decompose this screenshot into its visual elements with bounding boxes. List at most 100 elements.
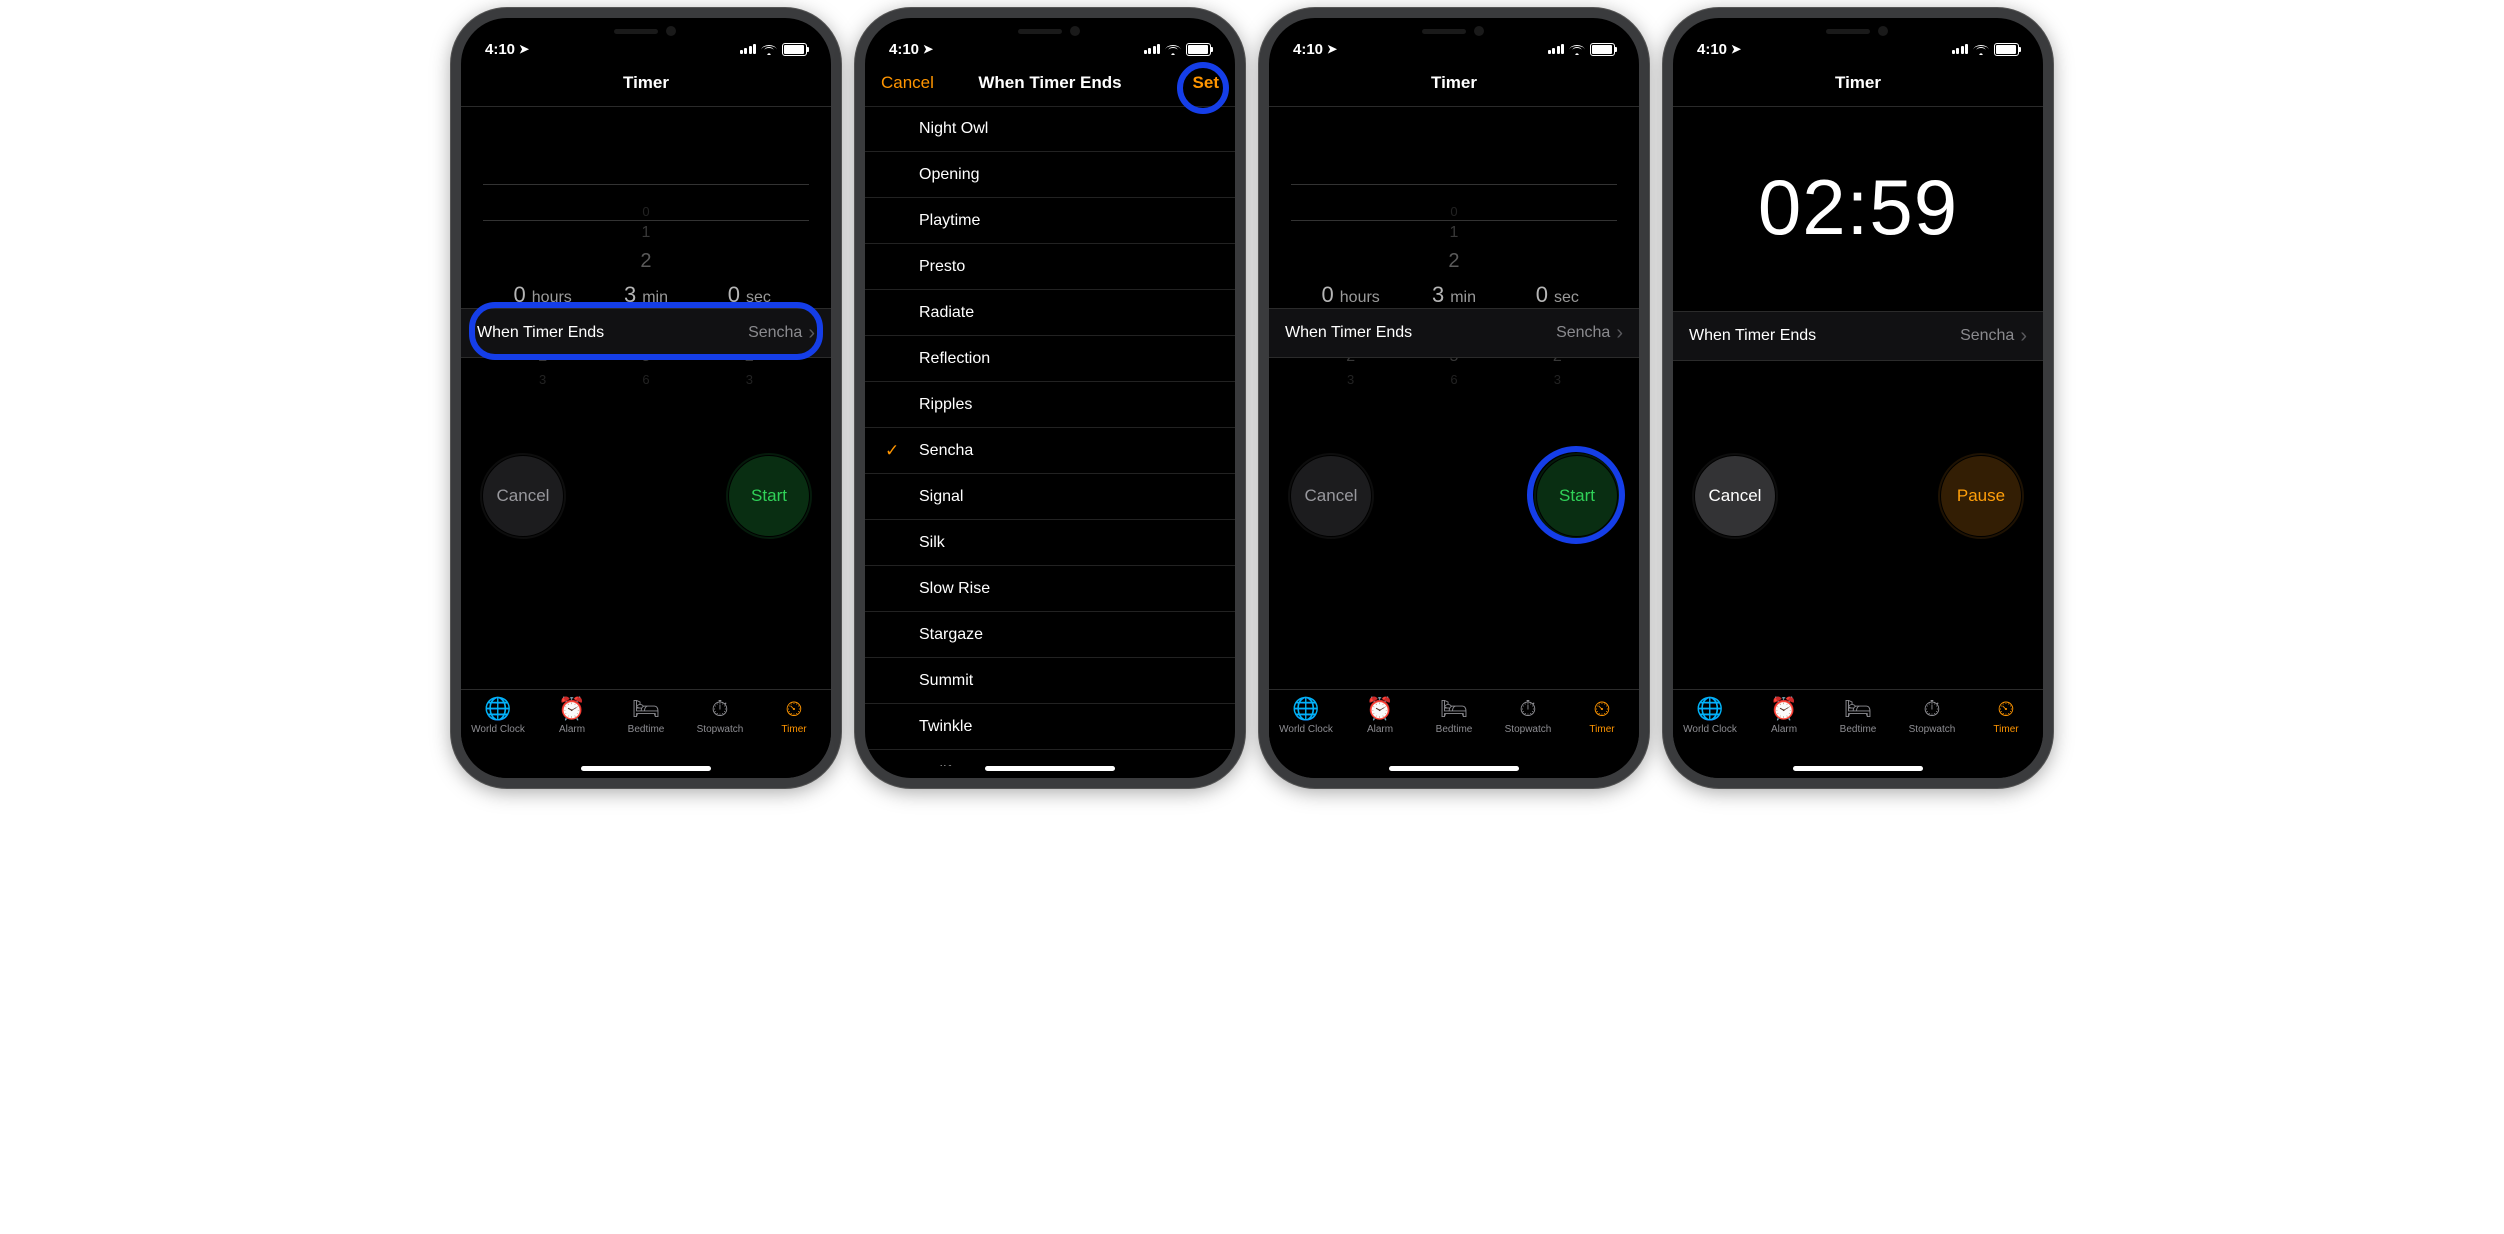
home-indicator[interactable]	[1389, 766, 1519, 771]
sound-option-label: Ripples	[919, 396, 972, 414]
tab-world-clock[interactable]: 🌐World Clock	[1269, 696, 1343, 778]
status-time: 4:10	[889, 41, 919, 58]
tab-world-clock[interactable]: 🌐World Clock	[461, 696, 535, 778]
when-timer-ends-value: Sencha	[748, 324, 802, 342]
when-timer-ends-row[interactable]: When Timer Ends Sencha ›	[1673, 311, 2043, 361]
duration-picker[interactable]: 0hours 1 2 3 0 1 2 3min 4 5 6 0sec 1	[1269, 106, 1639, 294]
sound-options-list[interactable]: Night Owl Opening Playtime Presto Radiate Ref…	[865, 106, 1235, 766]
notch	[960, 18, 1140, 46]
chevron-right-icon: ›	[2020, 326, 2027, 346]
phone-4: 4:10 ➤ Timer 02:59 When Timer Ends Sench…	[1663, 8, 2053, 788]
when-timer-ends-value: Sencha	[1556, 324, 1610, 342]
nav-title: Timer	[623, 73, 669, 93]
set-nav-button[interactable]: Set	[1193, 73, 1219, 93]
cellular-signal-icon	[1548, 44, 1565, 54]
sound-option[interactable]: Night Owl	[865, 106, 1235, 152]
countdown-display: 02:59	[1673, 162, 2043, 253]
nav-title: Timer	[1835, 73, 1881, 93]
stopwatch-icon: ⏱	[707, 696, 733, 722]
cancel-nav-button[interactable]: Cancel	[881, 73, 934, 93]
cancel-button[interactable]: Cancel	[1291, 456, 1371, 536]
timer-icon: ⏲	[781, 696, 807, 722]
tab-bar: 🌐World Clock ⏰Alarm 🛏Bedtime ⏱Stopwatch …	[1673, 689, 2043, 778]
cancel-button[interactable]: Cancel	[483, 456, 563, 536]
sound-option-label: Silk	[919, 534, 945, 552]
globe-icon: 🌐	[1293, 696, 1319, 722]
bed-icon: 🛏	[1845, 696, 1871, 722]
cellular-signal-icon	[1144, 44, 1161, 54]
timer-icon: ⏲	[1589, 696, 1615, 722]
sound-option-label: Twinkle	[919, 718, 972, 736]
status-time: 4:10	[1697, 41, 1727, 58]
sound-option[interactable]: Presto	[865, 244, 1235, 290]
sound-option[interactable]: Silk	[865, 520, 1235, 566]
tab-timer[interactable]: ⏲Timer	[1565, 696, 1639, 778]
alarm-clock-icon: ⏰	[1367, 696, 1393, 722]
cancel-button[interactable]: Cancel	[1695, 456, 1775, 536]
phone-3: 4:10 ➤ Timer 0hours 1 2 3 0	[1259, 8, 1649, 788]
tab-world-clock[interactable]: 🌐World Clock	[1673, 696, 1747, 778]
sound-option[interactable]: Ripples	[865, 382, 1235, 428]
sound-option[interactable]: Signal	[865, 474, 1235, 520]
pause-button[interactable]: Pause	[1941, 456, 2021, 536]
tab-timer[interactable]: ⏲Timer	[757, 696, 831, 778]
cellular-signal-icon	[1952, 44, 1969, 54]
tab-bar: 🌐World Clock ⏰Alarm 🛏Bedtime ⏱Stopwatch …	[1269, 689, 1639, 778]
sound-option[interactable]: Radiate	[865, 290, 1235, 336]
status-time: 4:10	[485, 41, 515, 58]
alarm-clock-icon: ⏰	[1771, 696, 1797, 722]
nav-title: Timer	[1431, 73, 1477, 93]
stopwatch-icon: ⏱	[1919, 696, 1945, 722]
sound-option[interactable]: Reflection	[865, 336, 1235, 382]
sound-option-label: Night Owl	[919, 120, 988, 138]
sound-option-label: Sencha	[919, 442, 973, 460]
sound-option-label: Slow Rise	[919, 580, 990, 598]
when-timer-ends-value: Sencha	[1960, 327, 2014, 345]
sound-option-label: Reflection	[919, 350, 990, 368]
sound-option-label: Radiate	[919, 304, 974, 322]
wifi-icon	[1973, 44, 1989, 55]
when-timer-ends-label: When Timer Ends	[477, 324, 604, 342]
wifi-icon	[1569, 44, 1585, 55]
battery-icon	[1186, 43, 1211, 56]
phone-2: 4:10 ➤ Cancel When Timer Ends Set Night …	[855, 8, 1245, 788]
globe-icon: 🌐	[1697, 696, 1723, 722]
duration-picker[interactable]: 0hours 1 2 3 0 1 2 3min 4 5 6 0sec 1	[461, 106, 831, 294]
location-arrow-icon: ➤	[923, 42, 933, 56]
when-timer-ends-label: When Timer Ends	[1285, 324, 1412, 342]
nav-title: When Timer Ends	[978, 73, 1121, 93]
sound-option[interactable]: Twinkle	[865, 704, 1235, 750]
sound-option-label: Uplift	[919, 764, 955, 767]
start-button[interactable]: Start	[1537, 456, 1617, 536]
sound-option[interactable]: Summit	[865, 658, 1235, 704]
home-indicator[interactable]	[985, 766, 1115, 771]
home-indicator[interactable]	[1793, 766, 1923, 771]
sound-option[interactable]: ✓Sencha	[865, 428, 1235, 474]
sound-option[interactable]: Opening	[865, 152, 1235, 198]
chevron-right-icon: ›	[1616, 323, 1623, 343]
sound-option-label: Signal	[919, 488, 963, 506]
when-timer-ends-row[interactable]: When Timer Ends Sencha ›	[461, 308, 831, 358]
location-arrow-icon: ➤	[519, 42, 529, 56]
sound-option-label: Playtime	[919, 212, 980, 230]
bed-icon: 🛏	[1441, 696, 1467, 722]
sound-option[interactable]: Playtime	[865, 198, 1235, 244]
chevron-right-icon: ›	[808, 323, 815, 343]
wifi-icon	[761, 44, 777, 55]
notch	[556, 18, 736, 46]
home-indicator[interactable]	[581, 766, 711, 771]
globe-icon: 🌐	[485, 696, 511, 722]
tab-timer[interactable]: ⏲Timer	[1969, 696, 2043, 778]
when-timer-ends-row[interactable]: When Timer Ends Sencha ›	[1269, 308, 1639, 358]
cellular-signal-icon	[740, 44, 757, 54]
alarm-clock-icon: ⏰	[559, 696, 585, 722]
wifi-icon	[1165, 44, 1181, 55]
sound-option-label: Stargaze	[919, 626, 983, 644]
sound-option[interactable]: Stargaze	[865, 612, 1235, 658]
sound-option[interactable]: Uplift	[865, 750, 1235, 766]
phone-1: 4:10 ➤ Timer 0hours 1 2 3 0	[451, 8, 841, 788]
sound-option-label: Presto	[919, 258, 965, 276]
battery-icon	[782, 43, 807, 56]
start-button[interactable]: Start	[729, 456, 809, 536]
sound-option[interactable]: Slow Rise	[865, 566, 1235, 612]
